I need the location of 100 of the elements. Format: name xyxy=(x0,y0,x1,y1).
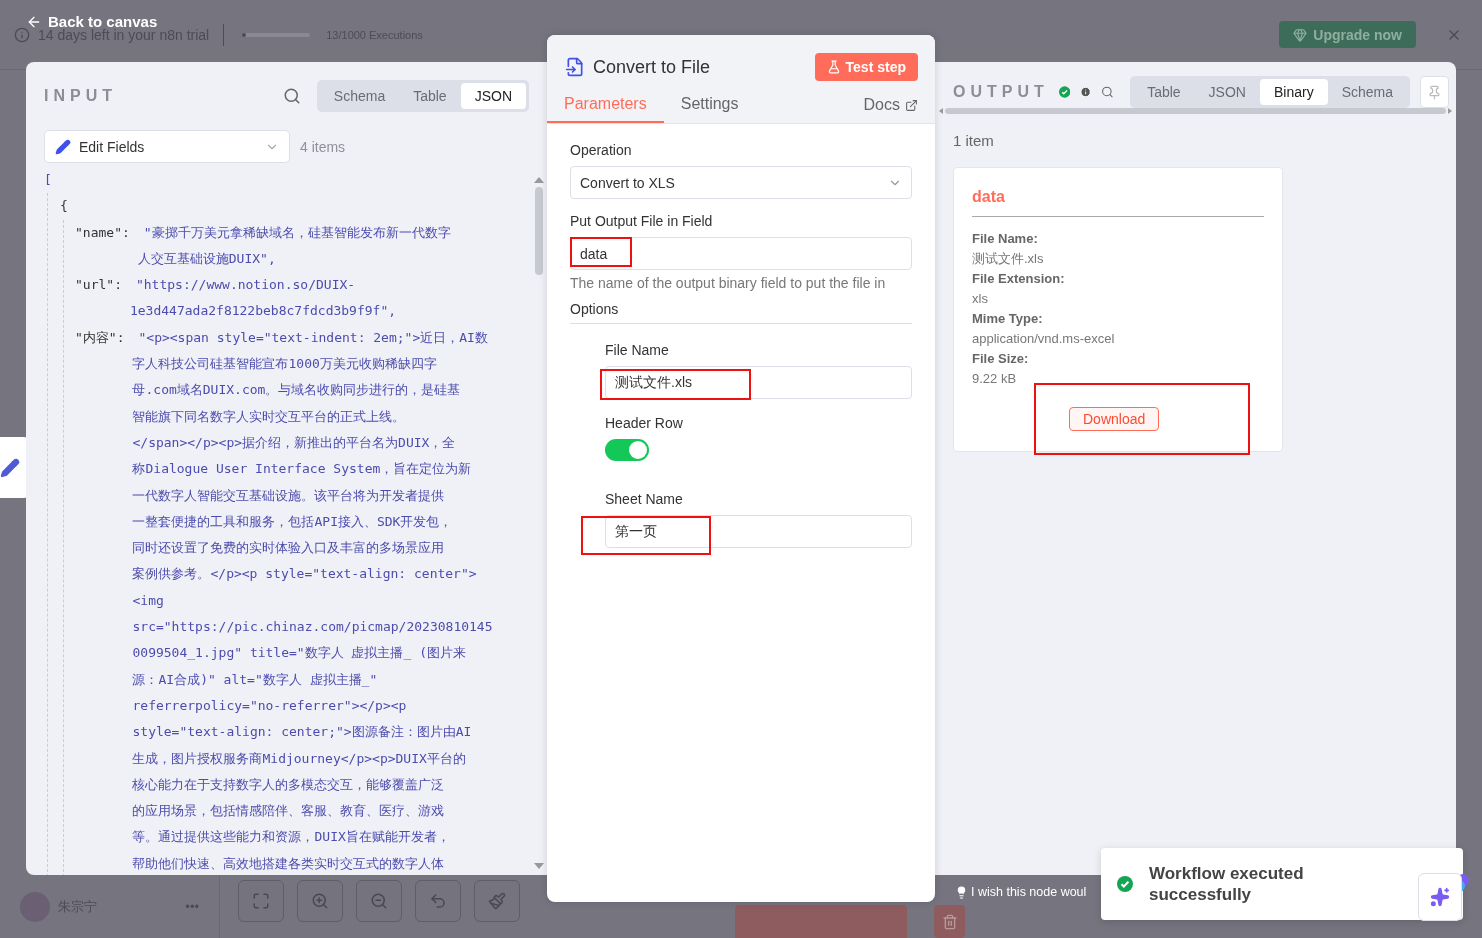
json-value: 字人科技公司硅基智能宣布1000万美元收购稀缺四字 xyxy=(132,355,438,374)
zoom-in-icon xyxy=(311,892,329,910)
property-value: application/vnd.ms-excel xyxy=(972,330,1116,348)
field-label: Sheet Name xyxy=(605,491,684,507)
json-value: src="https://pic.chinaz.com/picmap/20230810145 xyxy=(132,618,493,637)
undo-button[interactable] xyxy=(415,880,461,922)
view-tab[interactable]: JSON xyxy=(460,83,526,109)
json-value: 同时还设置了免费的实时体验入口及丰富的多场景应用 xyxy=(132,539,446,558)
settings-tab[interactable]: Settings xyxy=(663,89,756,123)
lightbulb-icon xyxy=(955,885,968,899)
panel-title: INPUT xyxy=(44,87,117,105)
settings-tab[interactable]: Parameters xyxy=(547,89,664,123)
property-label: File Extension: xyxy=(972,270,1066,288)
usage-meter xyxy=(242,32,311,37)
json-value: "https://www.notion.so/DUIX- xyxy=(135,276,357,295)
header-row-toggle[interactable] xyxy=(605,439,649,461)
section-title: Options xyxy=(570,301,912,324)
view-tab[interactable]: Schema xyxy=(1327,79,1407,105)
success-check-icon xyxy=(1058,84,1071,100)
node-select[interactable]: Edit Fields xyxy=(44,130,290,163)
panel-title: OUTPUT xyxy=(953,83,1049,101)
json-value: </span></p><p>据介绍，新推出的平台名为DUIX，全 xyxy=(132,433,457,452)
json-value: "<p><span style="text-indent: 2em;">近日，AI数 xyxy=(138,328,489,347)
json-value: 的应用场景，包括情感陪伴、客服、教育、医疗、游戏 xyxy=(132,802,446,821)
property-label: File Size: xyxy=(972,350,1030,368)
zoom-out-icon xyxy=(370,892,388,910)
undo-icon xyxy=(429,892,447,910)
json-value: 1e3d447ada2f8122beb8c7fdcd3b9f9f", xyxy=(129,302,397,321)
property-value: 9.22 kB xyxy=(972,370,1018,388)
ai-assistant-button[interactable] xyxy=(1418,873,1462,921)
operation-select[interactable]: Convert to XLS xyxy=(570,166,912,199)
flask-icon xyxy=(826,60,841,74)
json-brace: { xyxy=(60,197,69,216)
json-value: 母.com域名DUIX.com。与域名收购同步进行的，是硅基 xyxy=(132,381,462,400)
view-tab[interactable]: Table xyxy=(1133,79,1195,105)
trash-icon xyxy=(941,913,958,930)
toast-message: Workflow executed successfully xyxy=(1149,863,1305,905)
binary-name: data xyxy=(972,188,1264,217)
view-tab[interactable]: JSON xyxy=(1194,79,1260,105)
view-tab[interactable]: Schema xyxy=(319,83,400,109)
json-value: 0099504_1.jpg" title="数字人 虚拟主播_ (图片来 xyxy=(132,644,467,663)
feedback-link[interactable]: I wish this node woul xyxy=(971,885,1087,899)
docs-link[interactable]: Docs xyxy=(863,96,918,123)
node-title: Convert to File xyxy=(593,56,711,78)
field-label: File Name xyxy=(605,342,670,358)
field-label: Operation xyxy=(570,142,633,158)
json-value: 一代数字人智能交互基础设施。该平台将为开发者提供 xyxy=(132,486,446,505)
json-value: 智能旗下同名数字人实时交互平台的正式上线。 xyxy=(132,407,407,426)
brush-icon xyxy=(488,892,506,910)
field-hint: The name of the output binary field to put the file in xyxy=(570,275,887,291)
search-icon[interactable] xyxy=(282,87,301,105)
json-value: 生成，图片授权服务商Midjourney</p><p>DUIX平台的 xyxy=(132,749,467,768)
pencil-icon xyxy=(0,457,20,478)
field-label: Put Output File in Field xyxy=(570,213,714,229)
json-value: 帮助他们快速、高效地搭建各类实时交互式的数字人体 xyxy=(132,854,446,873)
file-icon xyxy=(565,57,585,77)
input-field[interactable]: 第一页 xyxy=(605,515,912,548)
item-count: 4 items xyxy=(300,138,346,155)
upgrade-button[interactable]: Upgrade now xyxy=(1279,21,1416,48)
diamond-icon xyxy=(1293,27,1308,42)
json-key: "url": xyxy=(75,272,122,325)
test-step-button[interactable]: Test step xyxy=(814,53,918,81)
json-value: referrerpolicy="no-referrer"></p><p xyxy=(132,696,408,715)
zoom-in-button[interactable] xyxy=(297,880,343,922)
json-value: <img xyxy=(132,591,165,610)
json-key: "内容": xyxy=(75,324,125,875)
item-count: 1 item xyxy=(953,132,995,149)
json-value: 案例供参考。</p><p style="text-align: center"> xyxy=(132,565,478,584)
json-value: style="text-align: center;">图源备注：图片由AI xyxy=(132,723,473,742)
success-check-icon xyxy=(1117,876,1133,892)
sparkle-icon xyxy=(1430,887,1450,907)
json-value: 人交互基础设施DUIX", xyxy=(137,249,277,268)
json-value: "豪掷千万美元拿稀缺域名，硅基智能发布新一代数字 xyxy=(143,223,451,242)
zoom-out-button[interactable] xyxy=(356,880,402,922)
info-icon xyxy=(14,26,30,43)
fit-view-icon xyxy=(252,892,270,910)
delete-button[interactable] xyxy=(934,905,965,938)
fit-view-button[interactable] xyxy=(238,880,284,922)
property-value: 测试文件.xls xyxy=(972,250,1045,268)
view-tab[interactable]: Table xyxy=(399,83,461,109)
tidy-up-button[interactable] xyxy=(474,880,520,922)
pin-button[interactable] xyxy=(1420,76,1449,108)
json-value: 核心能力在于支持数字人的多模态交互，能够覆盖广泛 xyxy=(132,775,446,794)
property-label: File Name: xyxy=(972,230,1039,248)
json-bracket: [ xyxy=(44,171,53,189)
input-field[interactable]: data xyxy=(570,237,912,270)
json-value: 等。通过提供这些能力和资源，DUIX旨在赋能开发者， xyxy=(132,828,451,847)
property-value: xls xyxy=(972,290,989,308)
input-field[interactable]: 测试文件.xls xyxy=(605,366,912,399)
execute-button[interactable] xyxy=(735,905,907,938)
json-value: 称Dialogue User Interface System，旨在定位为新 xyxy=(132,460,473,479)
info-icon[interactable] xyxy=(1080,84,1092,100)
json-key: "name": xyxy=(75,219,130,273)
back-to-canvas-link[interactable]: Back to canvas xyxy=(26,13,158,30)
property-label: Mime Type: xyxy=(972,310,1044,328)
json-value: 一整套便捷的工具和服务，包括API接入、SDK开发包， xyxy=(132,512,454,531)
external-link-icon xyxy=(905,98,918,112)
download-button[interactable]: Download xyxy=(1069,407,1160,431)
pin-icon xyxy=(1427,84,1442,100)
view-tab[interactable]: Binary xyxy=(1259,79,1328,105)
